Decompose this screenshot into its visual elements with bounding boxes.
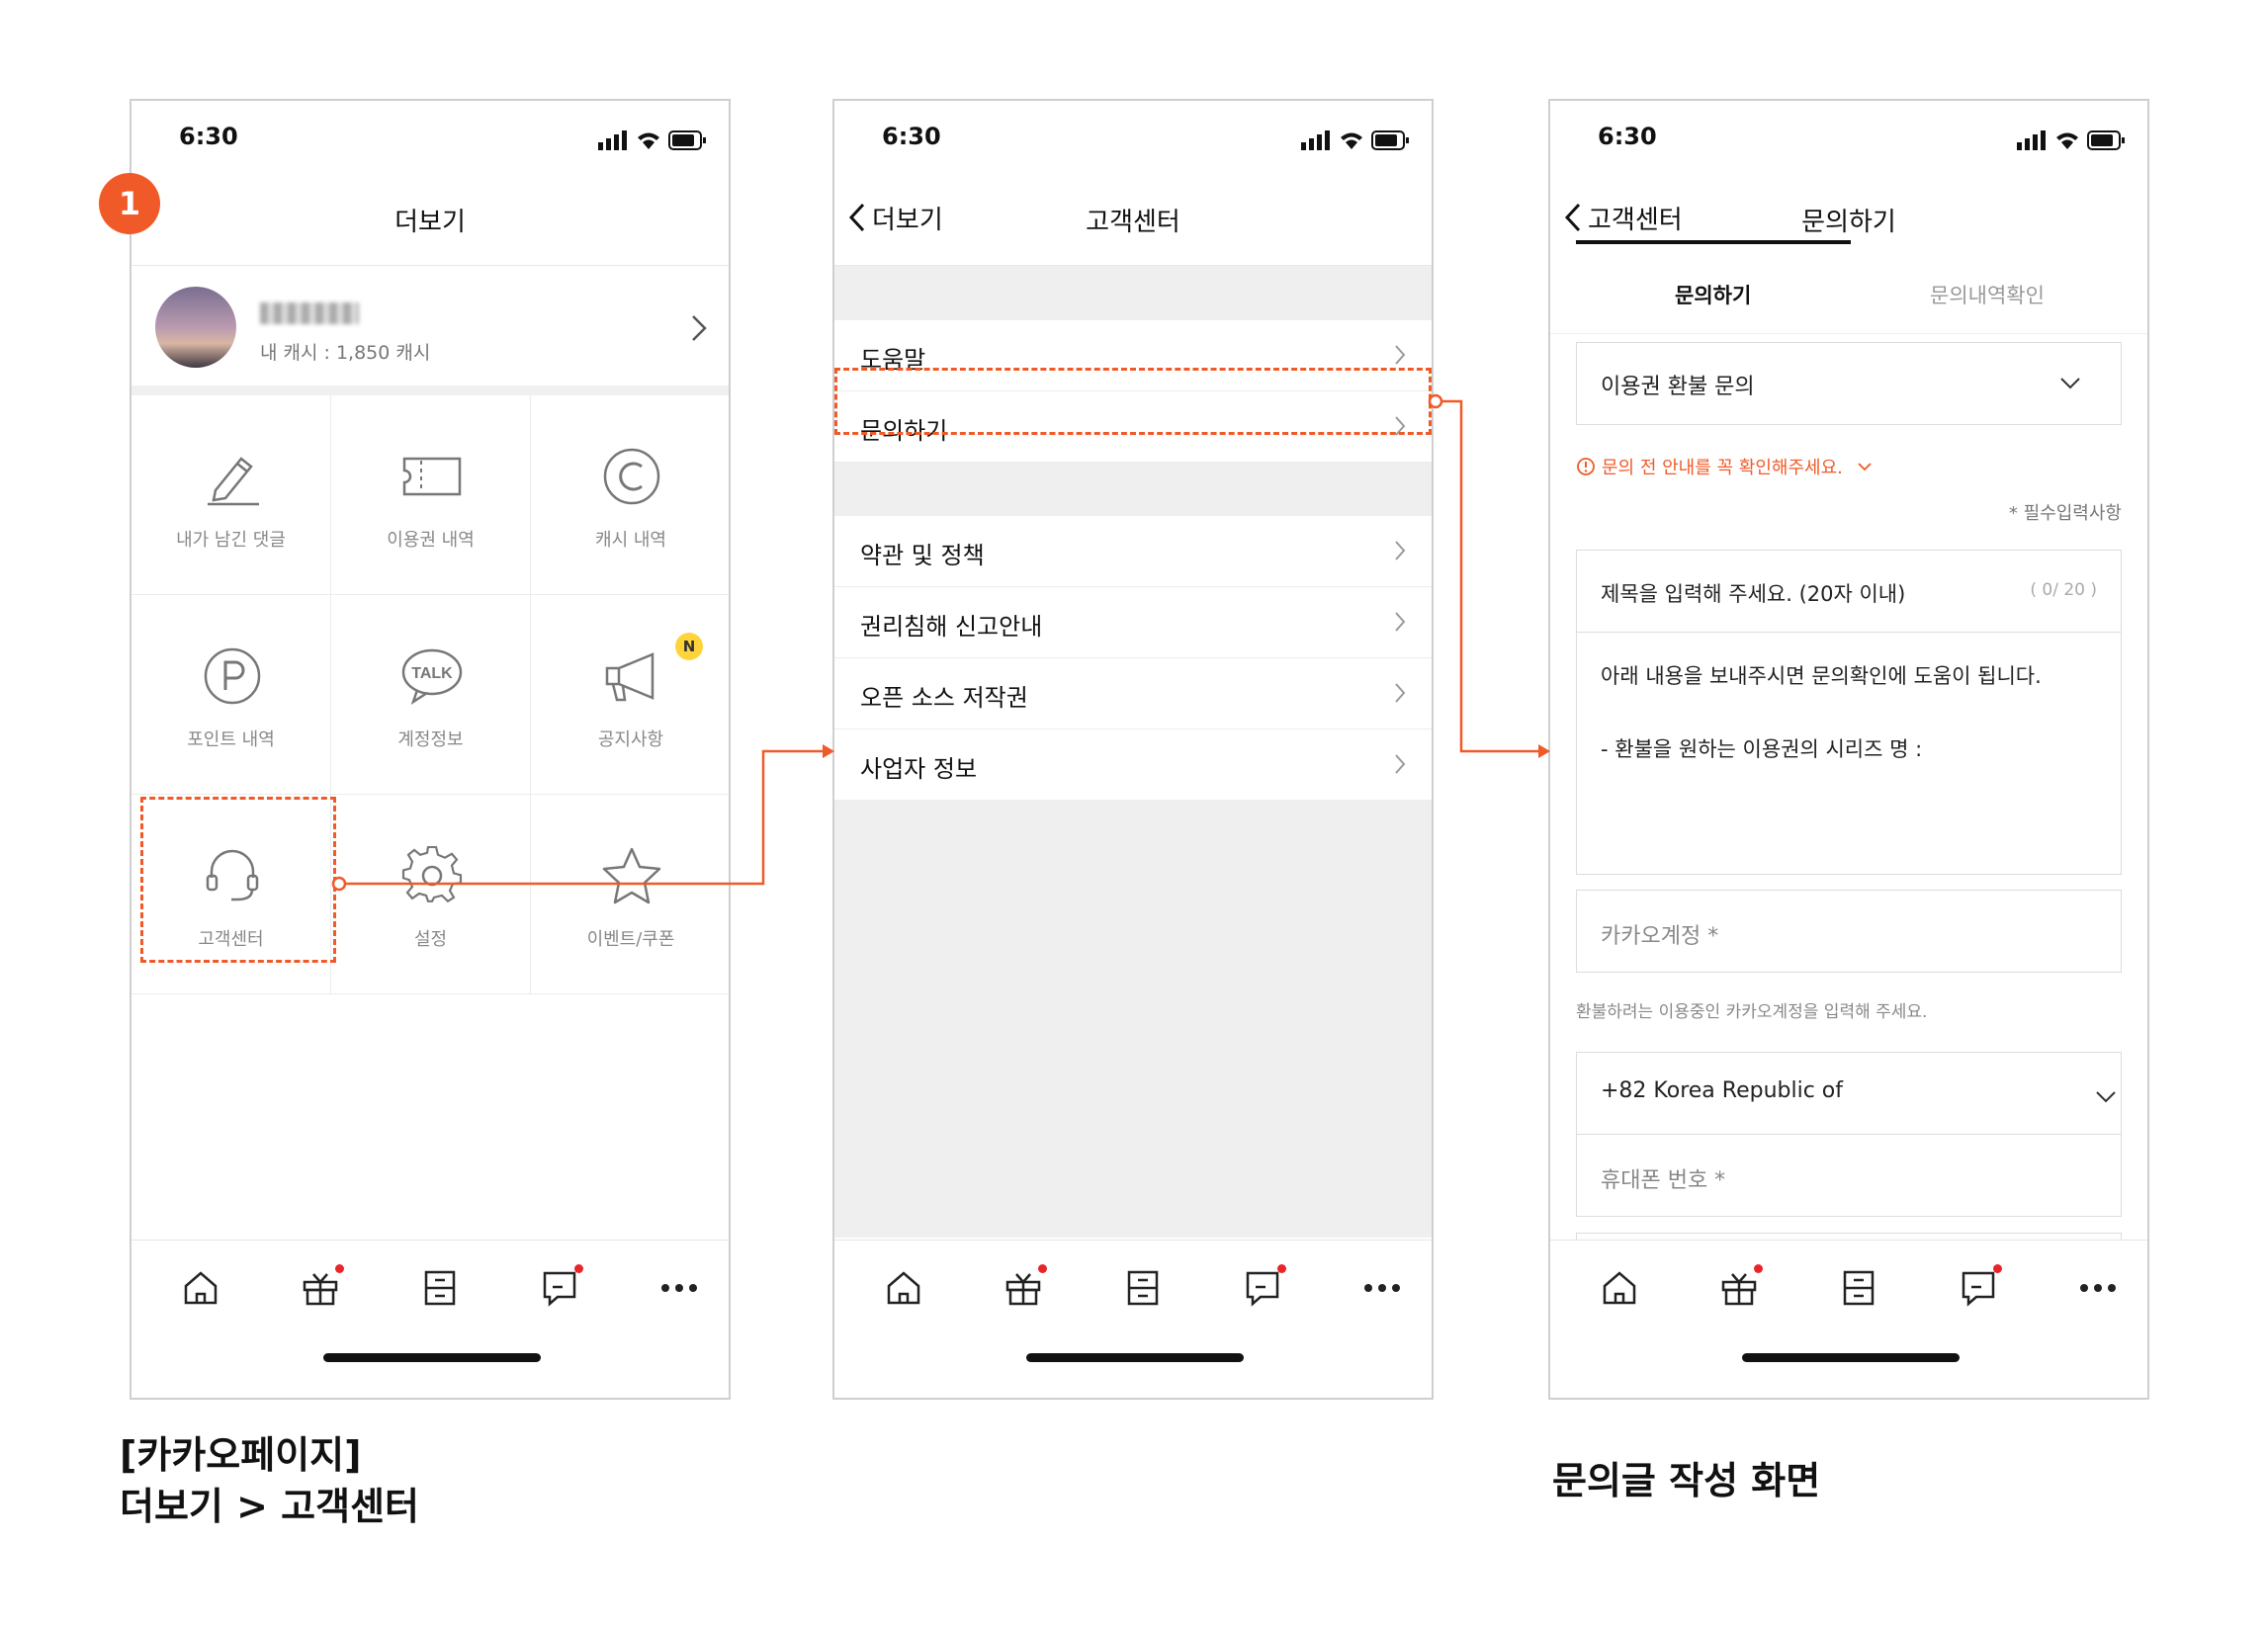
connector-arrow-2: [1436, 399, 1548, 753]
flow-connectors: [331, 393, 1550, 892]
connector-dot-1: [331, 876, 347, 892]
caption-left: [카카오페이지] 더보기 > 고객센터: [120, 1429, 419, 1532]
connector-arrow-1: [339, 749, 832, 886]
connector-arrowhead-2: [1538, 744, 1550, 758]
connector-dot-2: [1428, 393, 1443, 409]
connector-arrowhead-1: [823, 744, 834, 758]
caption-right: 문의글 작성 화면: [1552, 1459, 1821, 1502]
caption-left-line-2: 더보기 > 고객센터: [120, 1485, 420, 1528]
caption-left-line-1: [카카오페이지]: [120, 1433, 362, 1477]
